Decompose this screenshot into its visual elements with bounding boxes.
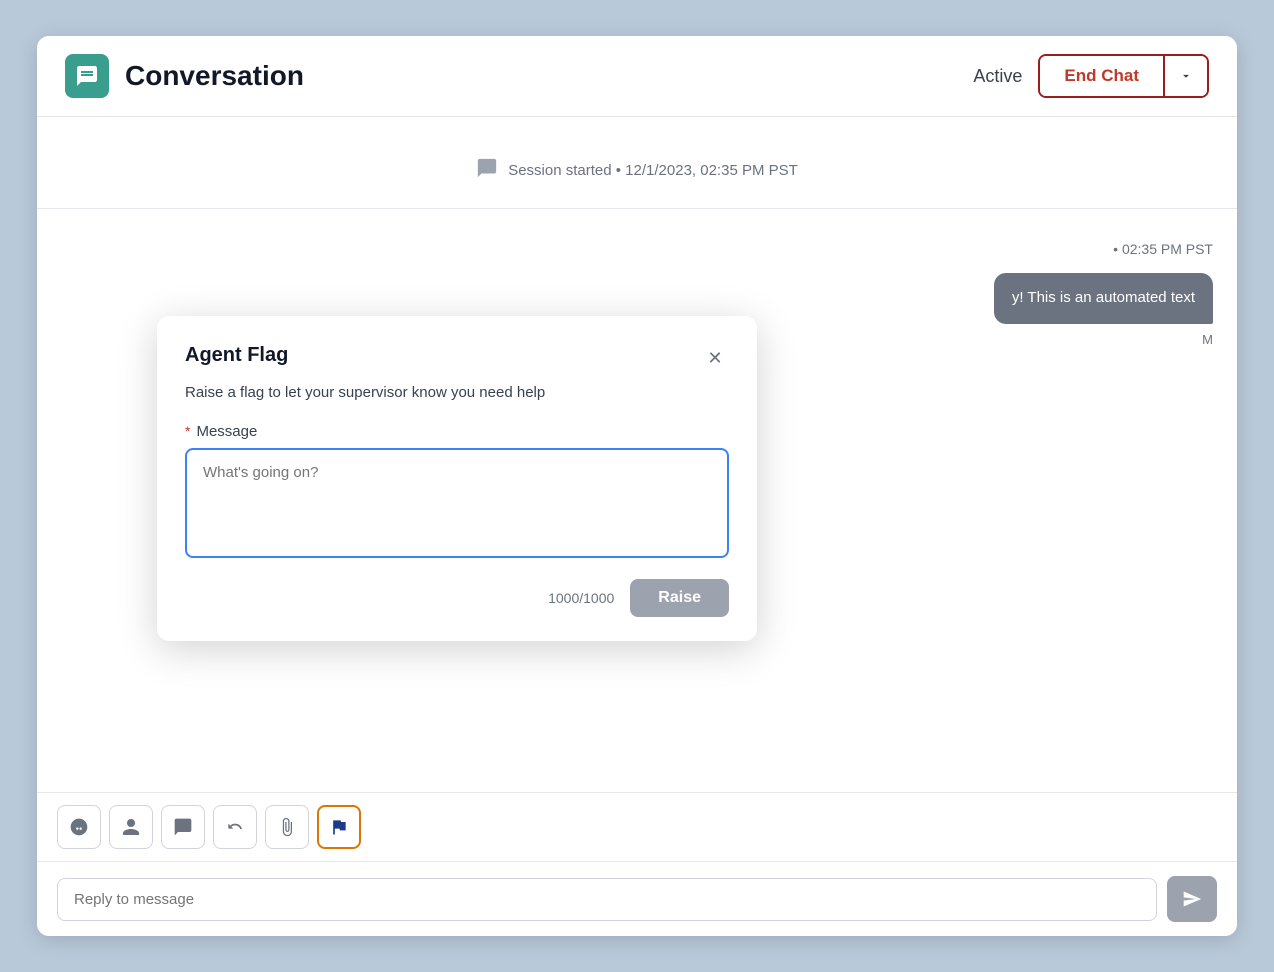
person-icon bbox=[121, 817, 141, 837]
chat-icon bbox=[173, 817, 193, 837]
partial-message-time: • 02:35 PM PST bbox=[1113, 241, 1213, 257]
raise-button[interactable]: Raise bbox=[630, 579, 729, 617]
sender-label: M bbox=[1202, 332, 1213, 347]
char-count: 1000/1000 bbox=[548, 590, 614, 606]
header: Conversation Active End Chat bbox=[37, 36, 1237, 117]
person-button[interactable] bbox=[109, 805, 153, 849]
page-title: Conversation bbox=[125, 60, 957, 92]
reply-input[interactable] bbox=[57, 878, 1157, 921]
undo-icon bbox=[225, 817, 245, 837]
undo-button[interactable] bbox=[213, 805, 257, 849]
required-indicator: * bbox=[185, 423, 190, 439]
paperclip-button[interactable] bbox=[265, 805, 309, 849]
chat-button[interactable] bbox=[161, 805, 205, 849]
status-badge: Active bbox=[973, 66, 1022, 87]
emoji-icon bbox=[69, 817, 89, 837]
chat-logo-icon bbox=[75, 64, 99, 88]
modal-title: Agent Flag bbox=[185, 344, 288, 367]
end-chat-dropdown-button[interactable] bbox=[1163, 56, 1207, 96]
flag-icon bbox=[329, 817, 349, 837]
message-bubble: y! This is an automated text bbox=[994, 273, 1213, 324]
end-chat-button[interactable]: End Chat bbox=[1040, 56, 1163, 96]
reply-bar bbox=[37, 862, 1237, 936]
flag-button[interactable] bbox=[317, 805, 361, 849]
chevron-down-icon bbox=[1179, 69, 1193, 83]
modal-description: Raise a flag to let your supervisor know… bbox=[185, 382, 729, 405]
main-window: Conversation Active End Chat Session sta… bbox=[37, 36, 1237, 936]
message-label: Message bbox=[196, 423, 257, 440]
session-text: Session started • 12/1/2023, 02:35 PM PS… bbox=[508, 162, 798, 179]
modal-label-row: * Message bbox=[185, 423, 729, 440]
session-start: Session started • 12/1/2023, 02:35 PM PS… bbox=[37, 141, 1237, 209]
session-icon bbox=[476, 157, 498, 184]
modal-header: Agent Flag ✕ bbox=[185, 344, 729, 372]
app-logo bbox=[65, 54, 109, 98]
modal-footer: 1000/1000 Raise bbox=[185, 579, 729, 617]
send-button[interactable] bbox=[1167, 876, 1217, 922]
toolbar bbox=[37, 792, 1237, 862]
message-textarea[interactable] bbox=[185, 448, 729, 558]
paperclip-icon bbox=[277, 817, 297, 837]
send-icon bbox=[1182, 889, 1202, 909]
agent-flag-modal: Agent Flag ✕ Raise a flag to let your su… bbox=[157, 316, 757, 641]
modal-close-button[interactable]: ✕ bbox=[701, 344, 729, 372]
end-chat-group: End Chat bbox=[1038, 54, 1209, 98]
emoji-button[interactable] bbox=[57, 805, 101, 849]
partial-message-row: • 02:35 PM PST bbox=[37, 233, 1237, 265]
